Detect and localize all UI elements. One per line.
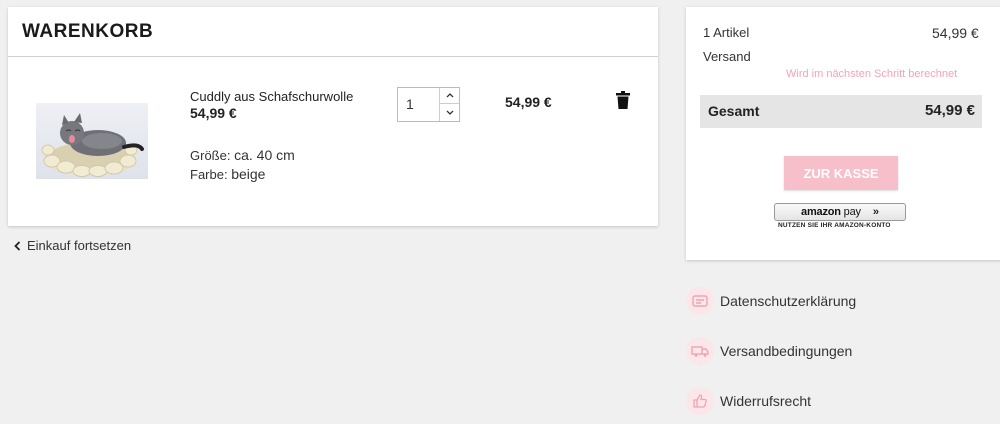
double-chevron-right-icon: » <box>872 206 879 218</box>
size-value: ca. 40 cm <box>234 147 295 163</box>
items-count: 1 Artikel <box>703 25 750 40</box>
amazon-pay-logo: amazon pay <box>801 206 861 218</box>
product-unit-price: 54,99 € <box>190 105 237 121</box>
trash-icon <box>616 91 630 109</box>
info-link-privacy-label[interactable]: Datenschutzerklärung <box>720 293 856 309</box>
quantity-buttons <box>439 88 459 121</box>
continue-shopping-label[interactable]: Einkauf fortsetzen <box>27 238 131 253</box>
items-subtotal: 54,99 € <box>932 25 979 41</box>
info-link-withdrawal-label[interactable]: Widerrufsrecht <box>720 393 811 409</box>
checkout-label[interactable]: ZUR KASSE <box>803 166 878 181</box>
privacy-icon <box>686 287 714 315</box>
info-link-privacy[interactable]: Datenschutzerklärung <box>686 287 856 315</box>
product-size: Größe: ca. 40 cm <box>190 147 295 163</box>
product-name[interactable]: Cuddly aus Schafschurwolle <box>190 89 353 104</box>
quantity-increase-button[interactable] <box>440 88 459 104</box>
info-link-shipping[interactable]: Versandbedingungen <box>686 337 852 365</box>
amazon-pay-button[interactable]: amazon pay » <box>774 203 906 221</box>
info-link-withdrawal[interactable]: Widerrufsrecht <box>686 387 811 415</box>
page-title: WARENKORB <box>22 21 154 42</box>
truck-icon <box>686 337 714 365</box>
checkout-button[interactable]: ZUR KASSE <box>784 156 898 190</box>
size-label: Größe: <box>190 148 231 163</box>
product-image[interactable] <box>36 103 148 179</box>
chevron-left-icon <box>14 240 21 251</box>
total-label: Gesamt <box>708 103 760 119</box>
order-summary: 1 Artikel 54,99 € Versand Wird im nächst… <box>686 7 1000 260</box>
quantity-input[interactable]: 1 <box>406 96 414 112</box>
total-value: 54,99 € <box>924 102 975 119</box>
total-row: Gesamt 54,99 € <box>700 95 982 128</box>
color-value: beige <box>231 166 266 182</box>
cart-header: WARENKORB <box>8 7 658 57</box>
remove-item-button[interactable] <box>616 91 630 109</box>
shipping-label: Versand <box>703 49 751 64</box>
quantity-stepper[interactable]: 1 <box>397 87 460 122</box>
line-total: 54,99 € <box>505 94 552 110</box>
product-color: Farbe: beige <box>190 166 265 182</box>
chevron-down-icon <box>446 110 453 115</box>
quantity-decrease-button[interactable] <box>440 104 459 120</box>
color-label: Farbe: <box>190 167 228 182</box>
chevron-up-icon <box>446 93 453 98</box>
continue-shopping-link[interactable]: Einkauf fortsetzen <box>14 238 131 253</box>
shipping-note: Wird im nächsten Schritt berechnet <box>786 68 958 80</box>
amazon-pay-caption: NUTZEN SIE IHR AMAZON-KONTO <box>778 222 891 229</box>
info-link-shipping-label[interactable]: Versandbedingungen <box>720 343 852 359</box>
cart-panel: WARENKORB Cuddly aus Schafschurwolle 54,… <box>8 7 658 226</box>
thumbs-up-icon <box>686 387 714 415</box>
